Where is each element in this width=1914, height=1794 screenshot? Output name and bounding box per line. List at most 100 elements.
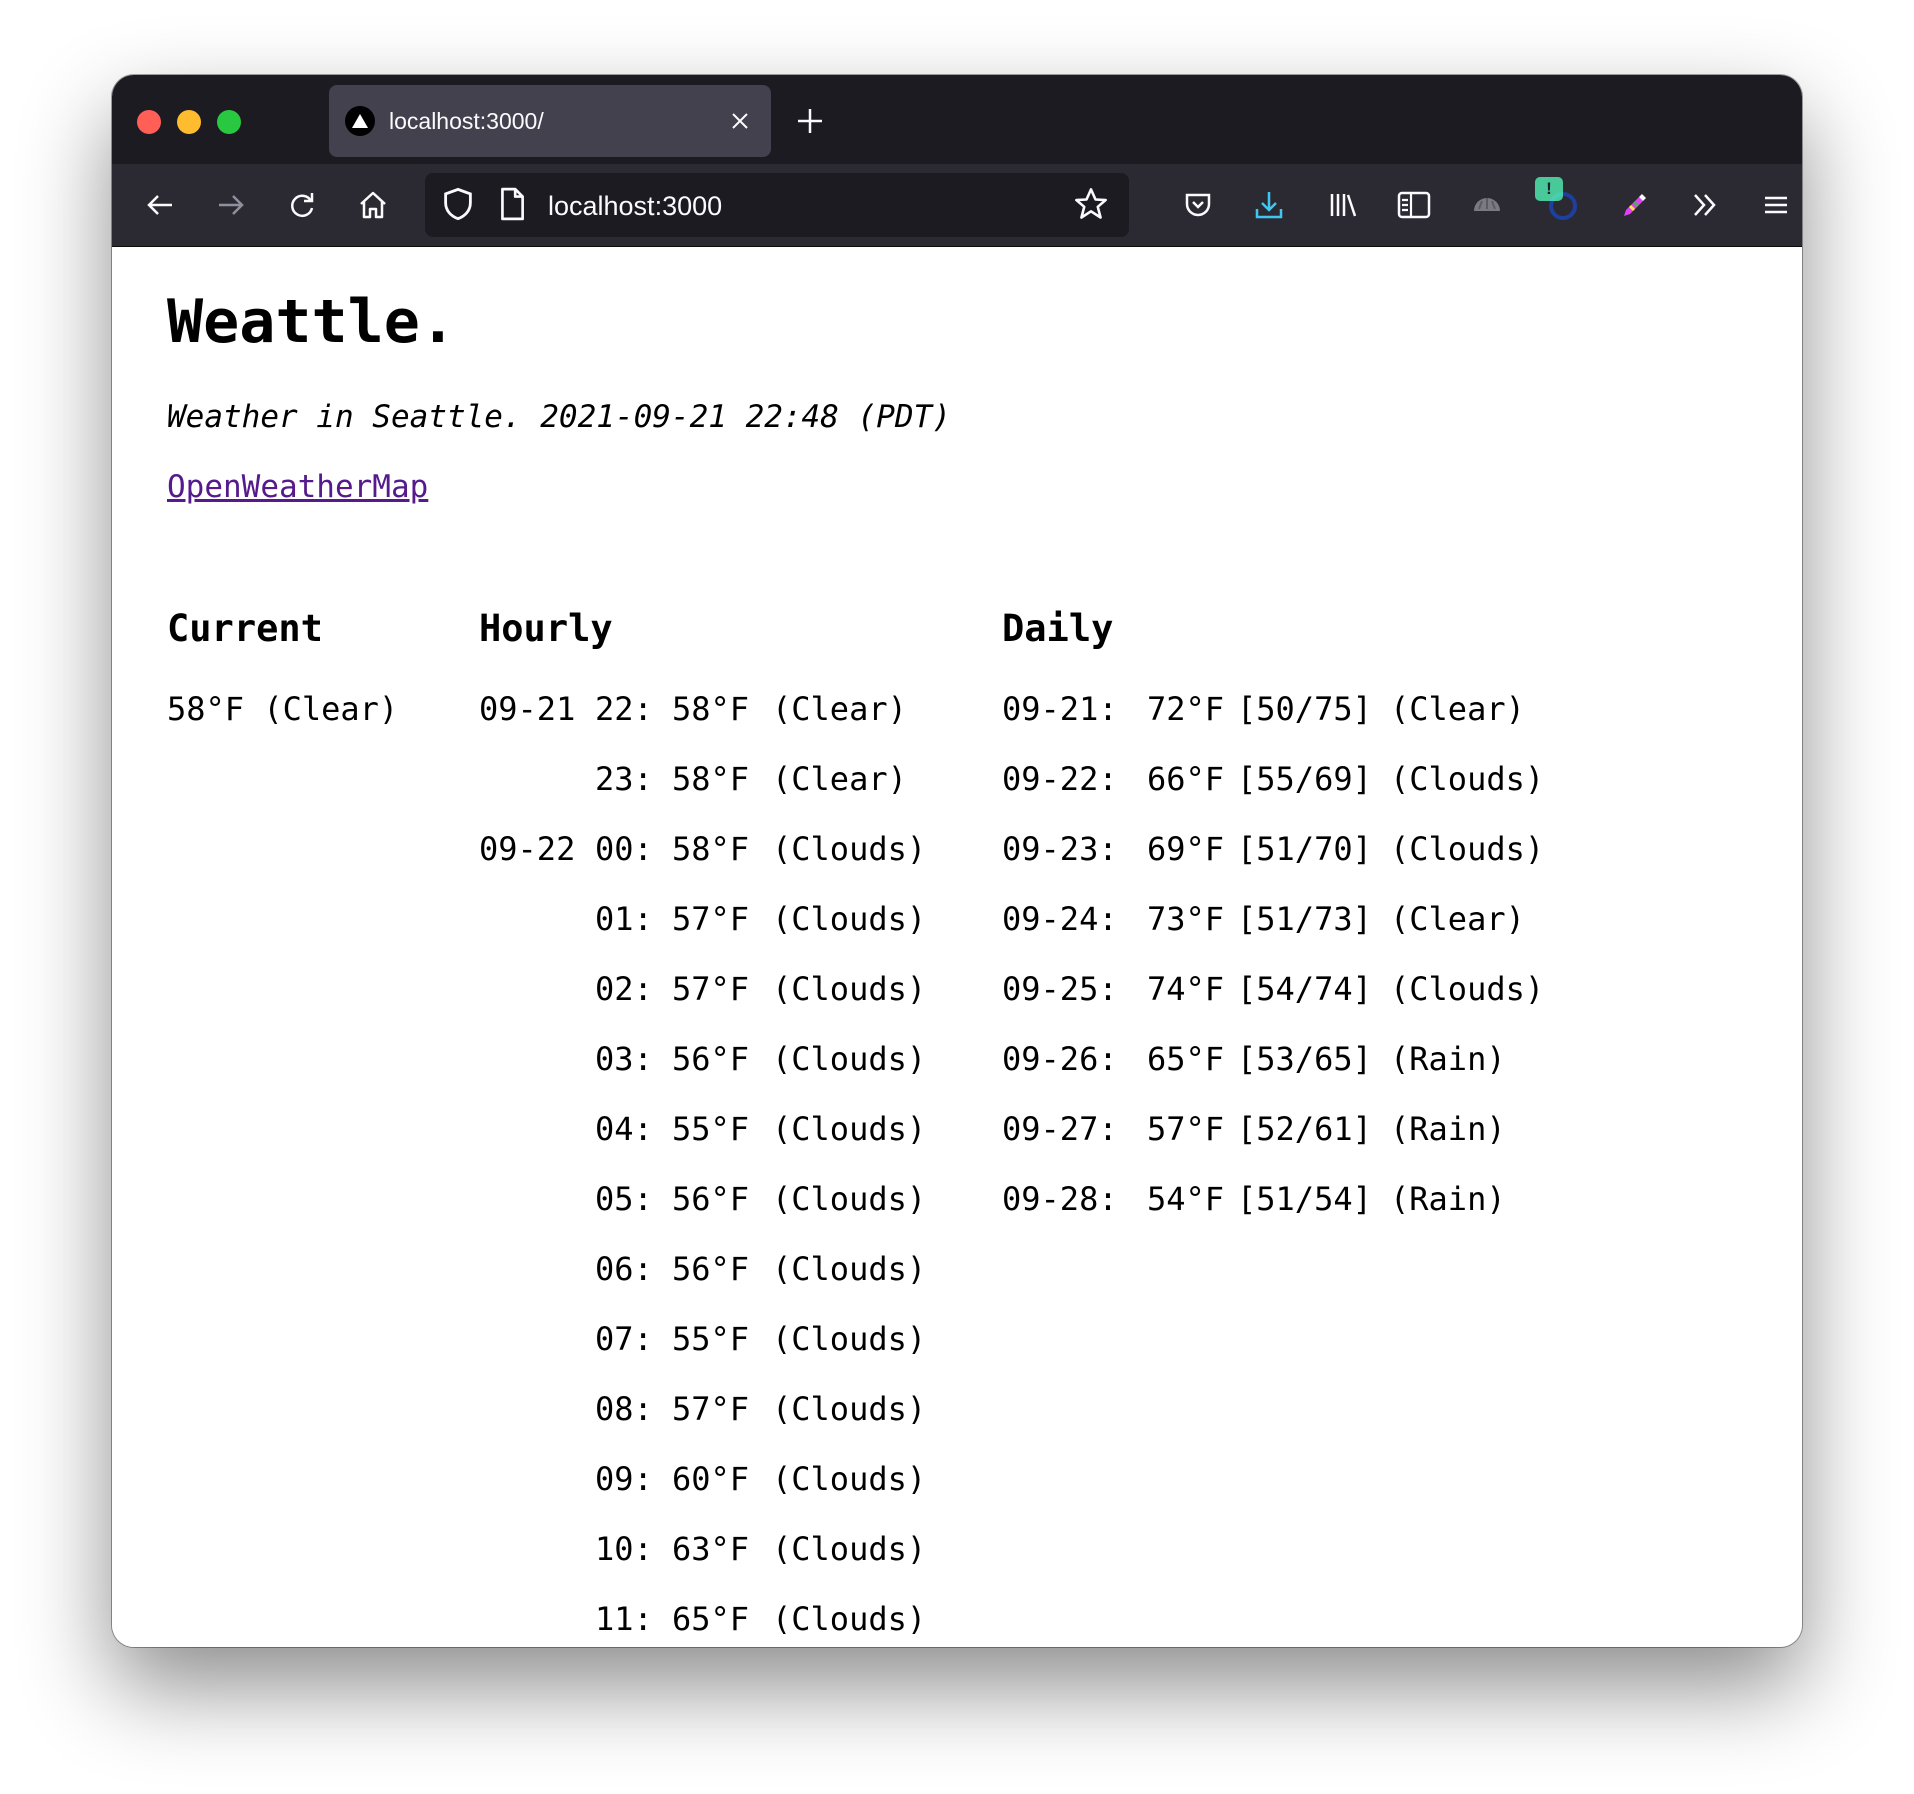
hourly-hour: 03: <box>595 1040 653 1078</box>
forward-icon[interactable] <box>209 183 253 227</box>
hourly-hour: 09: <box>595 1460 653 1498</box>
daily-temp: 54°F <box>1147 1180 1225 1218</box>
hourly-condition: (Clouds) <box>772 1320 927 1358</box>
daily-range: [54/74] <box>1237 970 1372 1008</box>
daily-date: 09-21: <box>1002 690 1118 728</box>
hourly-temp: 60°F <box>672 1460 750 1498</box>
current-value: 58°F (Clear) <box>167 690 399 728</box>
triangle-logo-icon <box>345 106 375 136</box>
hourly-hour: 22: <box>595 690 653 728</box>
downloads-icon[interactable] <box>1247 183 1291 227</box>
hourly-temp: 57°F <box>672 970 750 1008</box>
daily-date: 09-27: <box>1002 1110 1118 1148</box>
menu-icon[interactable] <box>1754 183 1798 227</box>
pocket-icon[interactable] <box>1176 183 1220 227</box>
daily-date: 09-24: <box>1002 900 1118 938</box>
reload-icon[interactable] <box>280 183 324 227</box>
daily-condition: (Rain) <box>1390 1110 1506 1148</box>
daily-temp: 66°F <box>1147 760 1225 798</box>
back-icon[interactable] <box>138 183 182 227</box>
hourly-hour: 06: <box>595 1250 653 1288</box>
home-icon[interactable] <box>351 183 395 227</box>
bookmark-star-icon[interactable] <box>1073 186 1109 227</box>
hourly-condition: (Clouds) <box>772 830 927 868</box>
close-tab-icon[interactable] <box>725 106 755 136</box>
library-icon[interactable] <box>1321 183 1365 227</box>
tab-bar: localhost:3000/ <box>112 75 1802 164</box>
tab-title: localhost:3000/ <box>389 107 544 134</box>
maximize-window-button[interactable] <box>217 110 241 134</box>
openweathermap-link[interactable]: OpenWeatherMap <box>167 469 428 505</box>
hourly-condition: (Clouds) <box>772 1390 927 1428</box>
daily-condition: (Rain) <box>1390 1180 1506 1218</box>
page-title: Weattle. <box>167 287 456 357</box>
extension-badge: ! <box>1535 177 1563 201</box>
color-picker-icon[interactable] <box>1612 183 1656 227</box>
hourly-temp: 57°F <box>672 900 750 938</box>
daily-range: [55/69] <box>1237 760 1372 798</box>
hourly-hour: 05: <box>595 1180 653 1218</box>
daily-condition: (Clear) <box>1390 900 1525 938</box>
hourly-hour: 08: <box>595 1390 653 1428</box>
page-subtitle: Weather in Seattle. 2021-09-21 22:48 (PD… <box>167 399 951 435</box>
daily-date: 09-23: <box>1002 830 1118 868</box>
address-bar[interactable]: localhost:3000 <box>425 173 1129 237</box>
hourly-condition: (Clouds) <box>772 1460 927 1498</box>
hourly-temp: 58°F <box>672 760 750 798</box>
daily-range: [50/75] <box>1237 690 1372 728</box>
sidebar-icon[interactable] <box>1392 183 1436 227</box>
daily-condition: (Clear) <box>1390 690 1525 728</box>
page-info-icon[interactable] <box>497 187 527 226</box>
daily-condition: (Clouds) <box>1390 760 1545 798</box>
minimize-window-button[interactable] <box>177 110 201 134</box>
hourly-condition: (Clear) <box>772 760 907 798</box>
shield-icon[interactable] <box>440 186 476 227</box>
daily-temp: 74°F <box>1147 970 1225 1008</box>
hourly-temp: 63°F <box>672 1530 750 1568</box>
daily-range: [52/61] <box>1237 1110 1372 1148</box>
daily-date: 09-22: <box>1002 760 1118 798</box>
hourly-temp: 56°F <box>672 1180 750 1218</box>
hourly-date: 09-22 <box>479 830 576 868</box>
hourly-date: 09-21 <box>479 690 576 728</box>
extension-icon[interactable] <box>1465 183 1509 227</box>
hourly-hour: 01: <box>595 900 653 938</box>
daily-date: 09-25: <box>1002 970 1118 1008</box>
hourly-hour: 07: <box>595 1320 653 1358</box>
daily-range: [53/65] <box>1237 1040 1372 1078</box>
daily-condition: (Clouds) <box>1390 970 1545 1008</box>
hourly-hour: 11: <box>595 1600 653 1638</box>
daily-temp: 69°F <box>1147 830 1225 868</box>
hourly-hour: 00: <box>595 830 653 868</box>
close-window-button[interactable] <box>137 110 161 134</box>
navigation-toolbar: localhost:3000 ! <box>112 164 1802 247</box>
daily-condition: (Clouds) <box>1390 830 1545 868</box>
page-content: Weattle. Weather in Seattle. 2021-09-21 … <box>112 247 1802 1647</box>
hourly-heading: Hourly <box>479 607 613 650</box>
daily-temp: 72°F <box>1147 690 1225 728</box>
overflow-icon[interactable] <box>1683 183 1727 227</box>
new-tab-icon[interactable] <box>792 103 828 139</box>
daily-temp: 65°F <box>1147 1040 1225 1078</box>
hourly-temp: 65°F <box>672 1600 750 1638</box>
hourly-hour: 04: <box>595 1110 653 1148</box>
current-heading: Current <box>167 607 323 650</box>
hourly-temp: 55°F <box>672 1110 750 1148</box>
hourly-hour: 02: <box>595 970 653 1008</box>
hourly-hour: 23: <box>595 760 653 798</box>
hourly-temp: 56°F <box>672 1250 750 1288</box>
url-text[interactable]: localhost:3000 <box>548 191 722 222</box>
hourly-condition: (Clouds) <box>772 1180 927 1218</box>
hourly-condition: (Clouds) <box>772 1040 927 1078</box>
daily-temp: 73°F <box>1147 900 1225 938</box>
daily-condition: (Rain) <box>1390 1040 1506 1078</box>
hourly-temp: 57°F <box>672 1390 750 1428</box>
hourly-condition: (Clouds) <box>772 1110 927 1148</box>
hourly-temp: 58°F <box>672 690 750 728</box>
daily-date: 09-26: <box>1002 1040 1118 1078</box>
tab-localhost[interactable]: localhost:3000/ <box>329 85 771 157</box>
hourly-condition: (Clear) <box>772 690 907 728</box>
hourly-temp: 58°F <box>672 830 750 868</box>
daily-temp: 57°F <box>1147 1110 1225 1148</box>
daily-range: [51/70] <box>1237 830 1372 868</box>
